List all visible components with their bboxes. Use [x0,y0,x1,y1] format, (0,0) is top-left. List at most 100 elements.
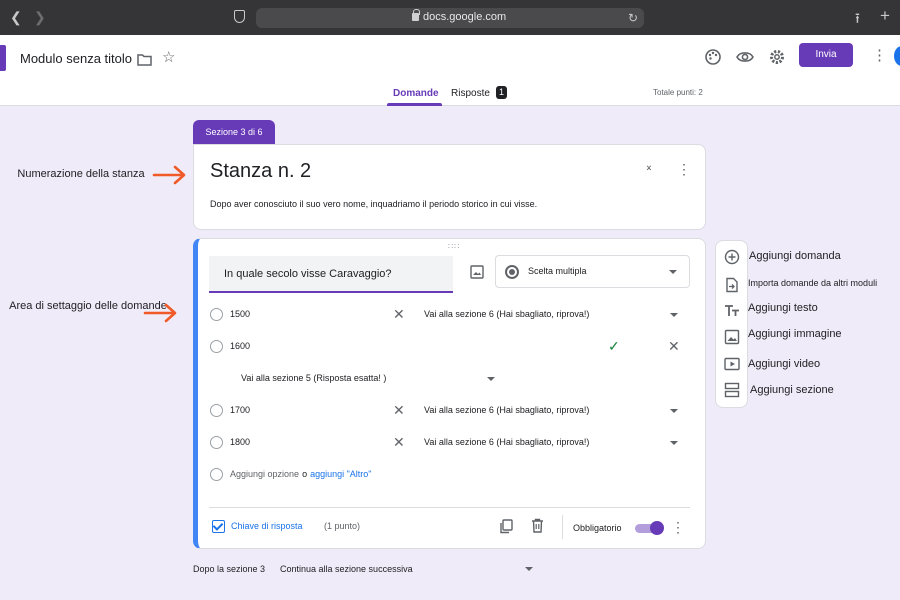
option-label[interactable]: 1800 [230,437,250,447]
check-icon: ✓ [608,338,620,354]
option-row: 1800 ✕ Vai alla sezione 6 (Hai sbagliato… [198,433,706,453]
add-option-row: Aggiungi opzione o aggiungi "Altro" [198,465,706,485]
option-label[interactable]: 1700 [230,405,250,415]
radio-icon [210,468,223,481]
remove-option-icon[interactable]: ✕ [393,401,405,419]
import-icon[interactable] [724,277,740,293]
after-section-select[interactable]: Continua alla sezione successiva [280,564,413,574]
radio-icon [210,436,223,449]
image-icon[interactable] [724,329,740,345]
avatar[interactable] [894,46,900,66]
palette-icon[interactable] [703,47,723,67]
option-label[interactable]: 1600 [230,341,250,351]
add-other-link[interactable]: aggiungi "Altro" [310,469,371,479]
option-row: 1700 ✕ Vai alla sezione 6 (Hai sbagliato… [198,401,706,421]
total-points: Totale punti: 2 [653,88,703,97]
trash-icon[interactable] [531,518,544,533]
radio-icon [210,340,223,353]
image-icon[interactable] [470,265,484,279]
lock-icon [412,9,420,21]
url-text: docs.google.com [423,11,507,23]
more-vert-icon[interactable]: ⋮ [872,46,887,64]
more-vert-icon[interactable]: ⋮ [671,519,685,536]
question-type-select[interactable]: Scelta multipla [495,255,690,288]
reload-icon[interactable]: ↻ [628,11,638,25]
question-title-field[interactable]: In quale secolo visse Caravaggio? [209,256,453,293]
dropdown-caret-icon [670,441,678,445]
question-type-label: Scelta multipla [528,266,587,276]
add-section-label[interactable]: Aggiungi sezione [750,384,834,396]
section-card[interactable]: Stanza n. 2 Dopo aver conosciuto il suo … [193,144,706,230]
form-title[interactable]: Modulo senza titolo [20,51,132,66]
arrow-right-icon [143,303,177,323]
browser-toolbar: ❮ ❯ docs.google.com ↻ ⭱ + [0,0,900,35]
duplicate-icon[interactable] [499,519,513,534]
annotation-room-numbering: Numerazione della stanza [17,168,145,180]
more-vert-icon[interactable]: ⋮ [677,161,691,178]
remove-option-icon[interactable]: ✕ [393,305,405,323]
divider [209,507,690,508]
active-tab-indicator [387,103,442,106]
after-section-label: Dopo la sezione 3 [193,564,266,574]
share-icon[interactable]: ⭱ [855,8,860,32]
add-option-button[interactable]: Aggiungi opzione [230,469,299,479]
dropdown-caret-icon [670,313,678,317]
section-title[interactable]: Stanza n. 2 [210,160,311,183]
address-bar[interactable]: docs.google.com ↻ [256,8,644,28]
add-circle-icon[interactable] [724,249,740,265]
radio-icon [210,404,223,417]
radio-icon [210,308,223,321]
answer-key-link[interactable]: Chiave di risposta [231,521,303,531]
back-arrow-icon[interactable]: ❮ [10,9,22,25]
required-label: Obbligatorio [573,523,622,533]
radio-button-icon [505,265,519,279]
option-row: 1600 ✓ ✕ [198,337,706,357]
arrow-right-icon [152,165,186,185]
add-text-label[interactable]: Aggiungi testo [748,302,818,314]
gear-icon[interactable] [767,47,787,67]
drag-handle-icon[interactable]: ∷∷ [448,242,460,251]
forms-logo-icon[interactable] [0,45,6,71]
option-goto-select[interactable]: Vai alla sezione 6 (Hai sbagliato, ripro… [424,437,589,447]
forms-header: Modulo senza titolo ☆ Invia ⋮ Domande Ri… [0,35,900,106]
import-questions-label[interactable]: Importa domande da altri moduli [748,278,877,288]
shield-icon[interactable] [234,10,245,23]
option-goto-select[interactable]: Vai alla sezione 5 (Risposta esatta! ) [241,373,386,383]
folder-icon[interactable] [137,53,152,66]
required-toggle-knob[interactable] [650,521,664,535]
responses-count-badge: 1 [496,86,507,99]
section-icon[interactable] [724,382,740,398]
video-icon[interactable] [724,356,740,372]
remove-option-icon[interactable]: ✕ [393,433,405,451]
option-goto-select[interactable]: Vai alla sezione 6 (Hai sbagliato, ripro… [424,405,589,415]
option-goto-select[interactable]: Vai alla sezione 6 (Hai sbagliato, ripro… [424,309,589,319]
section-description[interactable]: Dopo aver conosciuto il suo vero nome, i… [210,199,537,209]
star-icon[interactable]: ☆ [162,50,175,66]
side-toolbar [715,240,748,408]
text-icon[interactable] [724,303,740,319]
dropdown-caret-icon [525,567,533,571]
answer-key-icon[interactable] [212,520,225,533]
collapse-icon[interactable]: ⌄ ⌃ [643,161,655,178]
add-option-line: Aggiungi opzione o aggiungi "Altro" [230,469,372,479]
dropdown-caret-icon [670,409,678,413]
add-image-label[interactable]: Aggiungi immagine [748,328,842,340]
new-tab-icon[interactable]: + [880,6,890,26]
tab-questions[interactable]: Domande [393,88,439,99]
eye-icon[interactable] [735,47,755,67]
vertical-separator [562,515,563,539]
dropdown-caret-icon [669,270,677,274]
section-tab: Sezione 3 di 6 [193,120,275,145]
remove-option-icon[interactable]: ✕ [668,337,680,355]
points-label: (1 punto) [324,521,361,531]
dropdown-caret-icon [487,377,495,381]
add-question-label[interactable]: Aggiungi domanda [749,250,841,262]
question-card[interactable]: ∷∷ In quale secolo visse Caravaggio? Sce… [193,238,706,549]
tab-responses[interactable]: Risposte [451,88,490,99]
option-row: 1500 ✕ Vai alla sezione 6 (Hai sbagliato… [198,305,706,325]
add-video-label[interactable]: Aggiungi video [748,358,820,370]
question-title: In quale secolo visse Caravaggio? [224,268,392,280]
send-button[interactable]: Invia [799,43,853,67]
forward-arrow-icon[interactable]: ❯ [34,9,46,25]
option-label[interactable]: 1500 [230,309,250,319]
